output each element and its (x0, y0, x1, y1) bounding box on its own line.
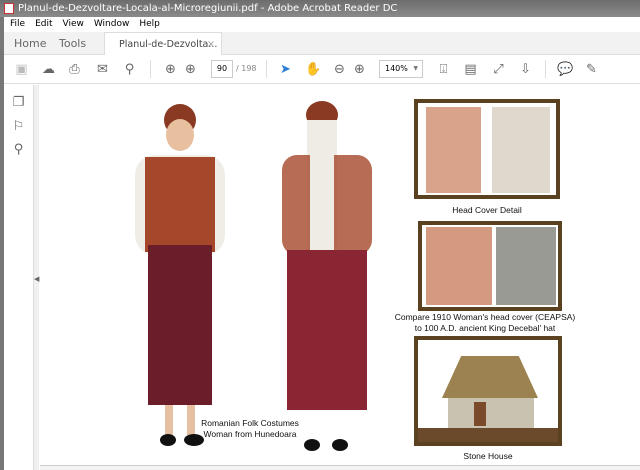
pdf-page: Head Cover Detail Compare 1910 Woman's h… (40, 85, 640, 465)
left-rail: ❐ ⚐ ⚲ (4, 85, 34, 470)
divider (545, 60, 546, 78)
head-cover-image (414, 99, 560, 199)
toolbar: ▣ ☁ ⎙ ✉ ⚲ ⊕ ⊕ 90 / 198 ➤ ✋ ⊖ ⊕ 140% ▼ ⍗ ▤… (4, 55, 640, 84)
previous-page-icon[interactable]: ⊕ (163, 62, 178, 77)
menu-view[interactable]: View (63, 19, 84, 29)
save-icon[interactable]: ▣ (14, 62, 29, 77)
caption-stone-house: Stone House (463, 451, 513, 461)
costume-back-image (282, 101, 372, 451)
caption-compare: Compare 1910 Woman's head cover (CEAPSA)… (370, 312, 600, 334)
highlight-pen-icon[interactable]: ✎ (584, 62, 599, 77)
page-total: / 198 (236, 64, 257, 73)
tab-document-label: Planul-de-Dezvolta... (119, 39, 218, 50)
scroll-mode-icon[interactable]: ⇩ (518, 62, 533, 77)
divider (266, 60, 267, 78)
search-icon[interactable]: ⚲ (122, 62, 137, 77)
chevron-down-icon: ▼ (413, 65, 418, 72)
title-bar: Planul-de-Dezvoltare-Locala-al-Microregi… (0, 0, 640, 17)
select-cursor-icon[interactable]: ➤ (278, 62, 293, 77)
tab-home[interactable]: Home (14, 37, 46, 50)
window-title: Planul-de-Dezvoltare-Locala-al-Microregi… (18, 3, 398, 14)
full-screen-icon[interactable]: ⤢ (491, 62, 506, 77)
zoom-in-icon[interactable]: ⊕ (352, 62, 367, 77)
chevron-left-icon: ◀ (34, 275, 40, 283)
caption-main-line-2: Woman from Hunedoara (203, 429, 297, 439)
divider (150, 60, 151, 78)
caption-head-cover: Head Cover Detail (452, 205, 522, 215)
caption-compare-line-2: to 100 A.D. ancient King Decebal' hat (414, 323, 556, 333)
bookmark-icon[interactable]: ⚐ (11, 119, 26, 134)
print-icon[interactable]: ⎙ (67, 62, 82, 77)
page-number-input[interactable]: 90 (211, 60, 233, 78)
attachment-icon[interactable]: ⚲ (11, 142, 26, 157)
zoom-value: 140% (385, 64, 408, 73)
upload-cloud-icon[interactable]: ☁ (41, 62, 56, 77)
caption-main-line-1: Romanian Folk Costumes (201, 418, 299, 428)
zoom-select[interactable]: 140% ▼ (379, 60, 423, 78)
tab-document[interactable]: Planul-de-Dezvolta... × (104, 32, 222, 56)
caption-compare-line-1: Compare 1910 Woman's head cover (CEAPSA) (394, 312, 576, 322)
menu-edit[interactable]: Edit (35, 19, 52, 29)
menu-window[interactable]: Window (94, 19, 130, 29)
close-tab-icon[interactable]: × (207, 39, 215, 50)
pages-thumbnail-icon[interactable]: ❐ (11, 95, 26, 110)
email-icon[interactable]: ✉ (95, 62, 110, 77)
pdf-icon (4, 3, 14, 14)
stone-house-image (414, 336, 562, 446)
comment-icon[interactable]: 💬 (557, 62, 573, 77)
next-page-icon[interactable]: ⊕ (183, 62, 198, 77)
menu-file[interactable]: File (10, 19, 25, 29)
fit-page-icon[interactable]: ⍗ (436, 62, 451, 77)
menu-bar: File Edit View Window Help (4, 17, 640, 32)
menu-help[interactable]: Help (139, 19, 160, 29)
compare-head-cover-image (418, 221, 562, 311)
caption-main: Romanian Folk Costumes Woman from Hunedo… (190, 418, 310, 440)
costume-front-image (135, 104, 225, 446)
status-bar (40, 465, 640, 470)
tab-bar: Home Tools Planul-de-Dezvolta... × (4, 32, 640, 56)
tab-tools[interactable]: Tools (59, 37, 86, 50)
panel-collapse-handle[interactable]: ◀ (34, 85, 39, 470)
zoom-out-icon[interactable]: ⊖ (332, 62, 347, 77)
hand-tool-icon[interactable]: ✋ (305, 62, 321, 77)
rotate-page-icon[interactable]: ▤ (463, 62, 478, 77)
